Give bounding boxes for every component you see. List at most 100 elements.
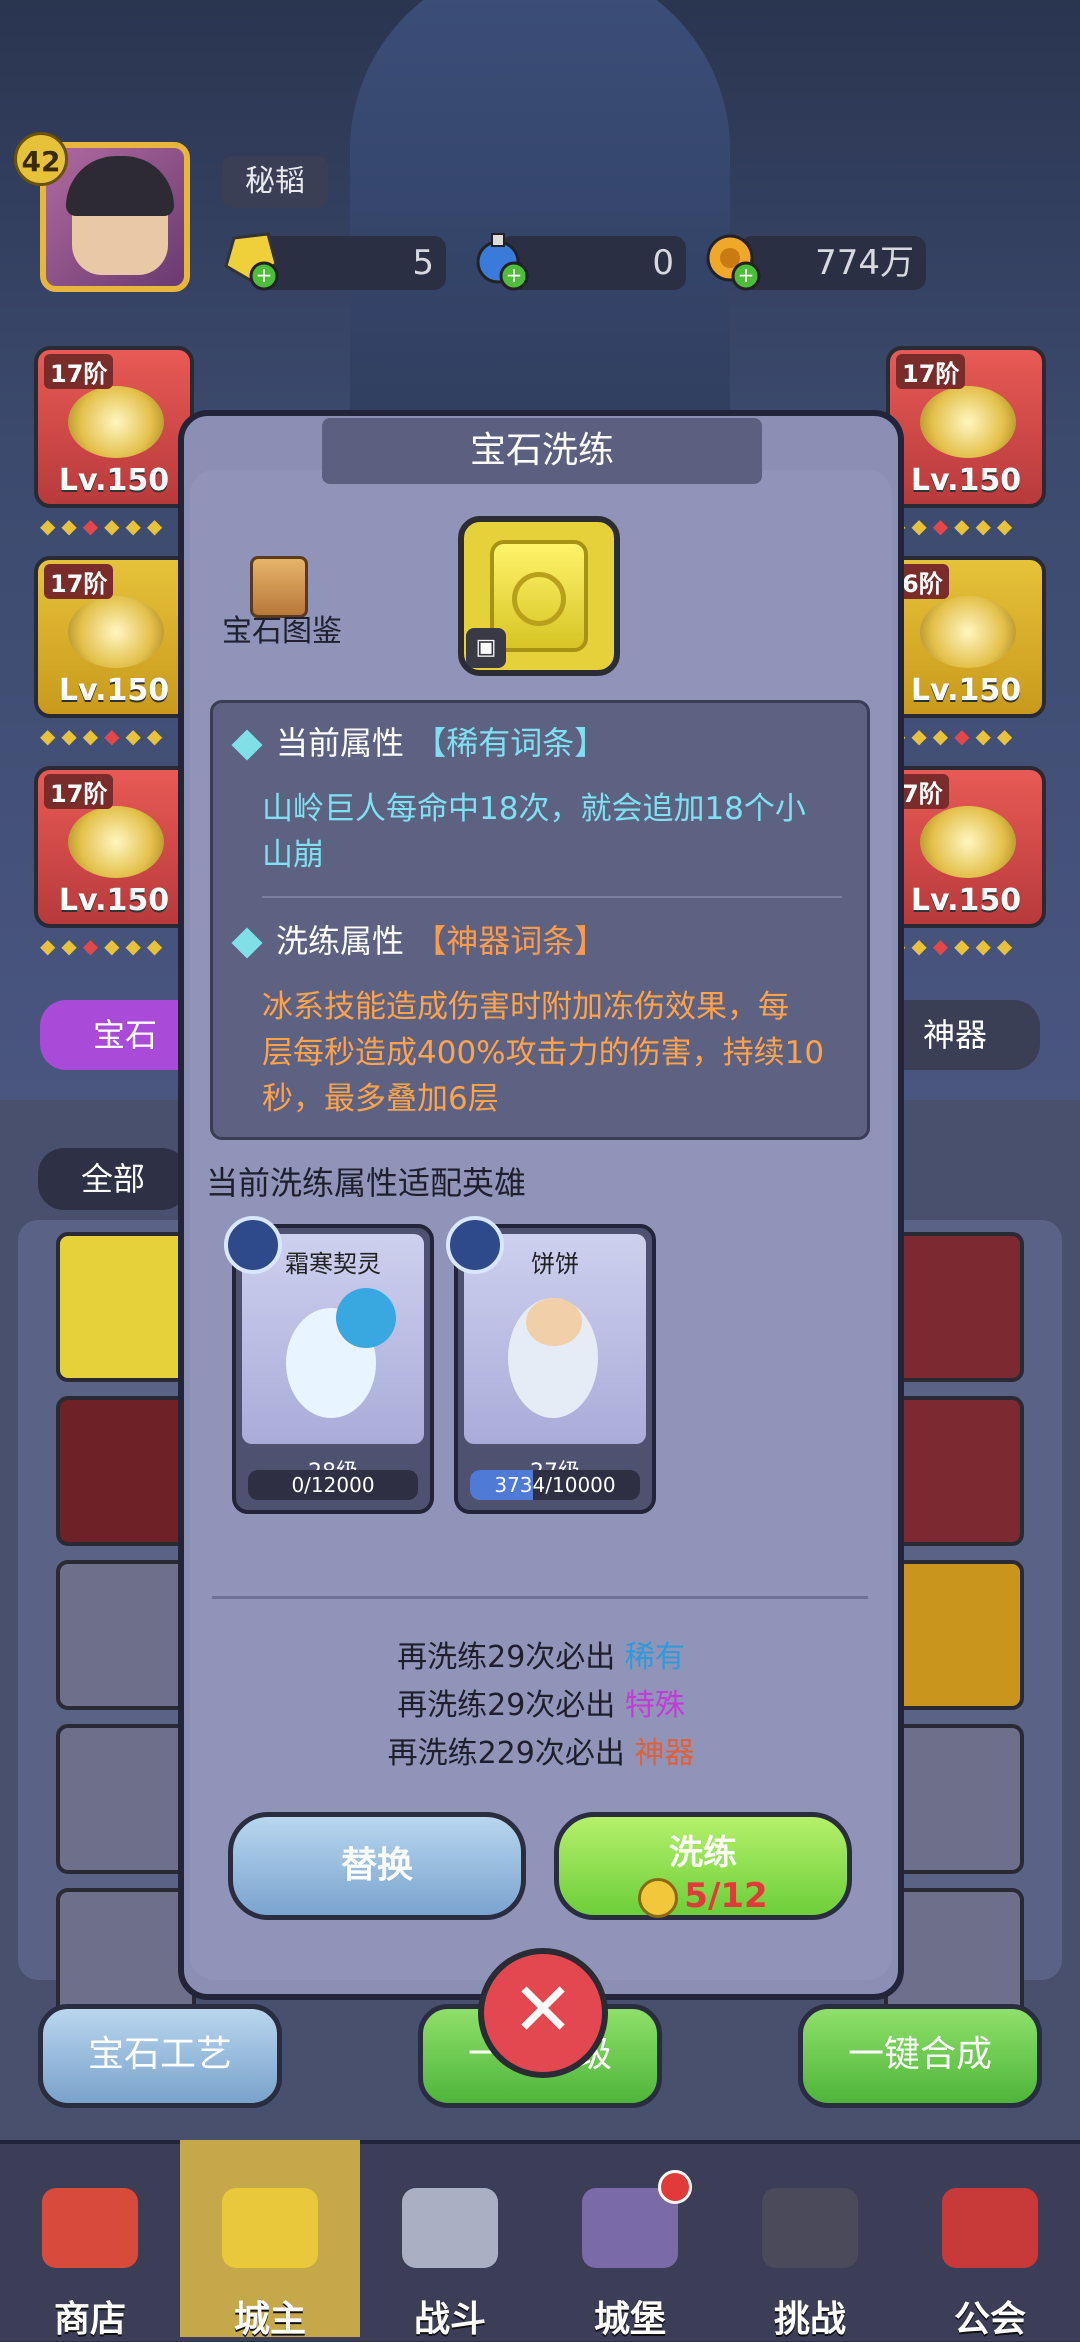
blue-potion-plus-icon[interactable]: + xyxy=(470,230,532,292)
artifact-tag: 【神器词条】 xyxy=(414,922,607,960)
hero-exp-text: 0/12000 xyxy=(291,1473,375,1497)
wizard-hat-icon xyxy=(68,386,164,458)
gem-swirl xyxy=(512,572,566,626)
star-dots: ◆◆◆◆◆◆ xyxy=(890,934,1019,958)
svg-text:+: + xyxy=(256,263,273,287)
ice-element-icon xyxy=(446,1216,504,1274)
guild-banner-icon xyxy=(942,2188,1038,2268)
refine-attribute-heading: 洗练属性 【神器词条】 xyxy=(231,916,607,962)
inventory-gem-slot[interactable] xyxy=(884,1232,1024,1382)
hero-face xyxy=(526,1298,582,1346)
nav-lord[interactable]: 城主 xyxy=(180,2140,360,2340)
crown-icon xyxy=(222,2188,318,2268)
inventory-gem-slot[interactable] xyxy=(56,1724,196,1874)
equip-level: Lv.150 xyxy=(910,883,1022,918)
inventory-gem-slot[interactable] xyxy=(56,1396,196,1546)
rare-tag: 【稀有词条】 xyxy=(414,724,607,762)
ice-element-icon xyxy=(224,1216,282,1274)
inventory-gem-slot[interactable] xyxy=(56,1560,196,1710)
hero-exp-bar: 0/12000 xyxy=(248,1470,418,1500)
current-attribute-desc: 山岭巨人每命中18次，就会追加18个小 山崩 xyxy=(262,786,862,878)
equip-slot-boots[interactable]: 17阶 Lv.150 xyxy=(34,766,194,928)
equip-level: Lv.150 xyxy=(58,673,170,708)
filter-all[interactable]: 全部 xyxy=(38,1148,188,1210)
refine-button[interactable]: 洗练 5/12 xyxy=(554,1812,852,1920)
divider xyxy=(262,896,842,898)
shop-icon xyxy=(42,2188,138,2268)
equip-slot-necklace[interactable]: 7阶 Lv.150 xyxy=(886,766,1046,928)
desc-line: 山崩 xyxy=(262,837,324,873)
diamond-bullet-icon xyxy=(231,729,263,761)
equip-slot-armor[interactable]: 17阶 Lv.150 xyxy=(34,556,194,718)
gold-gem-plus-icon[interactable]: + xyxy=(220,230,282,292)
svg-text:+: + xyxy=(738,263,755,287)
notification-dot xyxy=(658,2170,692,2204)
desc-line: 层每秒造成400%攻击力的伤害，持续10 xyxy=(262,1035,825,1071)
nav-castle[interactable]: 城堡 xyxy=(540,2140,720,2340)
hero-card[interactable]: 霜寒契灵 28级 0/12000 xyxy=(224,1216,434,1514)
equip-level: Lv.150 xyxy=(910,673,1022,708)
nav-label: 公会 xyxy=(953,2299,1026,2340)
ring-icon xyxy=(920,596,1016,668)
refine-attribute-desc: 冰系技能造成伤害时附加冻伤效果，每 层每秒造成400%攻击力的伤害，持续10 秒… xyxy=(262,984,862,1122)
dialog-title: 宝石洗练 xyxy=(322,418,762,484)
current-attribute-label: 当前属性 xyxy=(276,724,405,762)
nav-shop[interactable]: 商店 xyxy=(0,2140,180,2340)
close-button[interactable]: ✕ xyxy=(478,1948,608,2078)
armor-type-icon: ▣ xyxy=(466,628,506,668)
equip-level: Lv.150 xyxy=(58,883,170,918)
nav-label: 商店 xyxy=(53,2299,126,2340)
nav-battle[interactable]: 战斗 xyxy=(360,2140,540,2340)
nav-label: 城堡 xyxy=(593,2299,666,2340)
star-dots: ◆◆◆◆◆◆ xyxy=(890,514,1019,538)
one-click-merge-button[interactable]: 一键合成 xyxy=(798,2004,1042,2108)
equip-slot-weapon[interactable]: 17阶 Lv.150 xyxy=(886,346,1046,508)
hero-exp-text: 3734/10000 xyxy=(494,1473,616,1497)
armor-icon xyxy=(68,596,164,668)
star-dots: ◆◆◆◆◆◆ xyxy=(40,934,169,958)
equip-tier: 17阶 xyxy=(44,354,114,389)
desc-line: 山岭巨人每命中18次，就会追加18个小 xyxy=(262,791,806,827)
svg-text:+: + xyxy=(506,263,523,287)
pity-rarity: 神器 xyxy=(634,1736,695,1771)
nav-guild[interactable]: 公会 xyxy=(900,2140,1080,2340)
gem-catalog-button[interactable]: 宝石图鉴 xyxy=(212,606,352,650)
inventory-gem-slot[interactable] xyxy=(56,1232,196,1382)
coin-resource-value: 774万 xyxy=(740,236,926,290)
gem-craft-button[interactable]: 宝石工艺 xyxy=(38,2004,282,2108)
gold-gem-cost-icon xyxy=(638,1877,679,1918)
equip-level: Lv.150 xyxy=(910,463,1022,498)
pity-line: 再洗练29次必出 稀有 xyxy=(190,1632,892,1676)
inventory-gem-slot[interactable] xyxy=(884,1560,1024,1710)
hero-spirit xyxy=(336,1288,396,1348)
current-attribute-heading: 当前属性 【稀有词条】 xyxy=(231,718,607,764)
inventory-gem-slot[interactable] xyxy=(884,1396,1024,1546)
star-dots: ◆◆◆◆◆◆ xyxy=(40,514,169,538)
equip-slot-ring[interactable]: 6阶 Lv.150 xyxy=(886,556,1046,718)
hero-card[interactable]: 饼饼 27级 3734/10000 xyxy=(446,1216,656,1514)
boots-icon xyxy=(68,806,164,878)
nav-challenge[interactable]: 挑战 xyxy=(720,2140,900,2340)
necklace-icon xyxy=(920,806,1016,878)
desc-line: 秒，最多叠加6层 xyxy=(262,1081,499,1117)
refine-attribute-label: 洗练属性 xyxy=(276,922,405,960)
demon-mask-icon xyxy=(762,2188,858,2268)
adapted-heroes-caption: 当前洗练属性适配英雄 xyxy=(206,1164,527,1202)
equip-tier: 17阶 xyxy=(44,774,114,809)
staff-icon xyxy=(920,386,1016,458)
equip-tier: 17阶 xyxy=(896,354,966,389)
refine-button-label: 洗练 xyxy=(669,1833,737,1873)
nav-label: 挑战 xyxy=(773,2299,846,2340)
nav-label: 战斗 xyxy=(413,2299,486,2340)
gold-coin-plus-icon[interactable]: + xyxy=(702,230,764,292)
equip-slot-hat[interactable]: 17阶 Lv.150 xyxy=(34,346,194,508)
pity-text: 再洗练229次必出 xyxy=(387,1736,625,1771)
desc-line: 冰系技能造成伤害时附加冻伤效果，每 xyxy=(262,989,789,1025)
inventory-gem-slot[interactable] xyxy=(884,1724,1024,1874)
crossed-swords-icon xyxy=(402,2188,498,2268)
pity-line: 再洗练29次必出 特殊 xyxy=(190,1680,892,1724)
replace-button[interactable]: 替换 xyxy=(228,1812,526,1920)
equip-level: Lv.150 xyxy=(58,463,170,498)
star-dots: ◆◆◆◆◆◆ xyxy=(40,724,169,748)
player-level-badge: 42 xyxy=(14,132,68,186)
